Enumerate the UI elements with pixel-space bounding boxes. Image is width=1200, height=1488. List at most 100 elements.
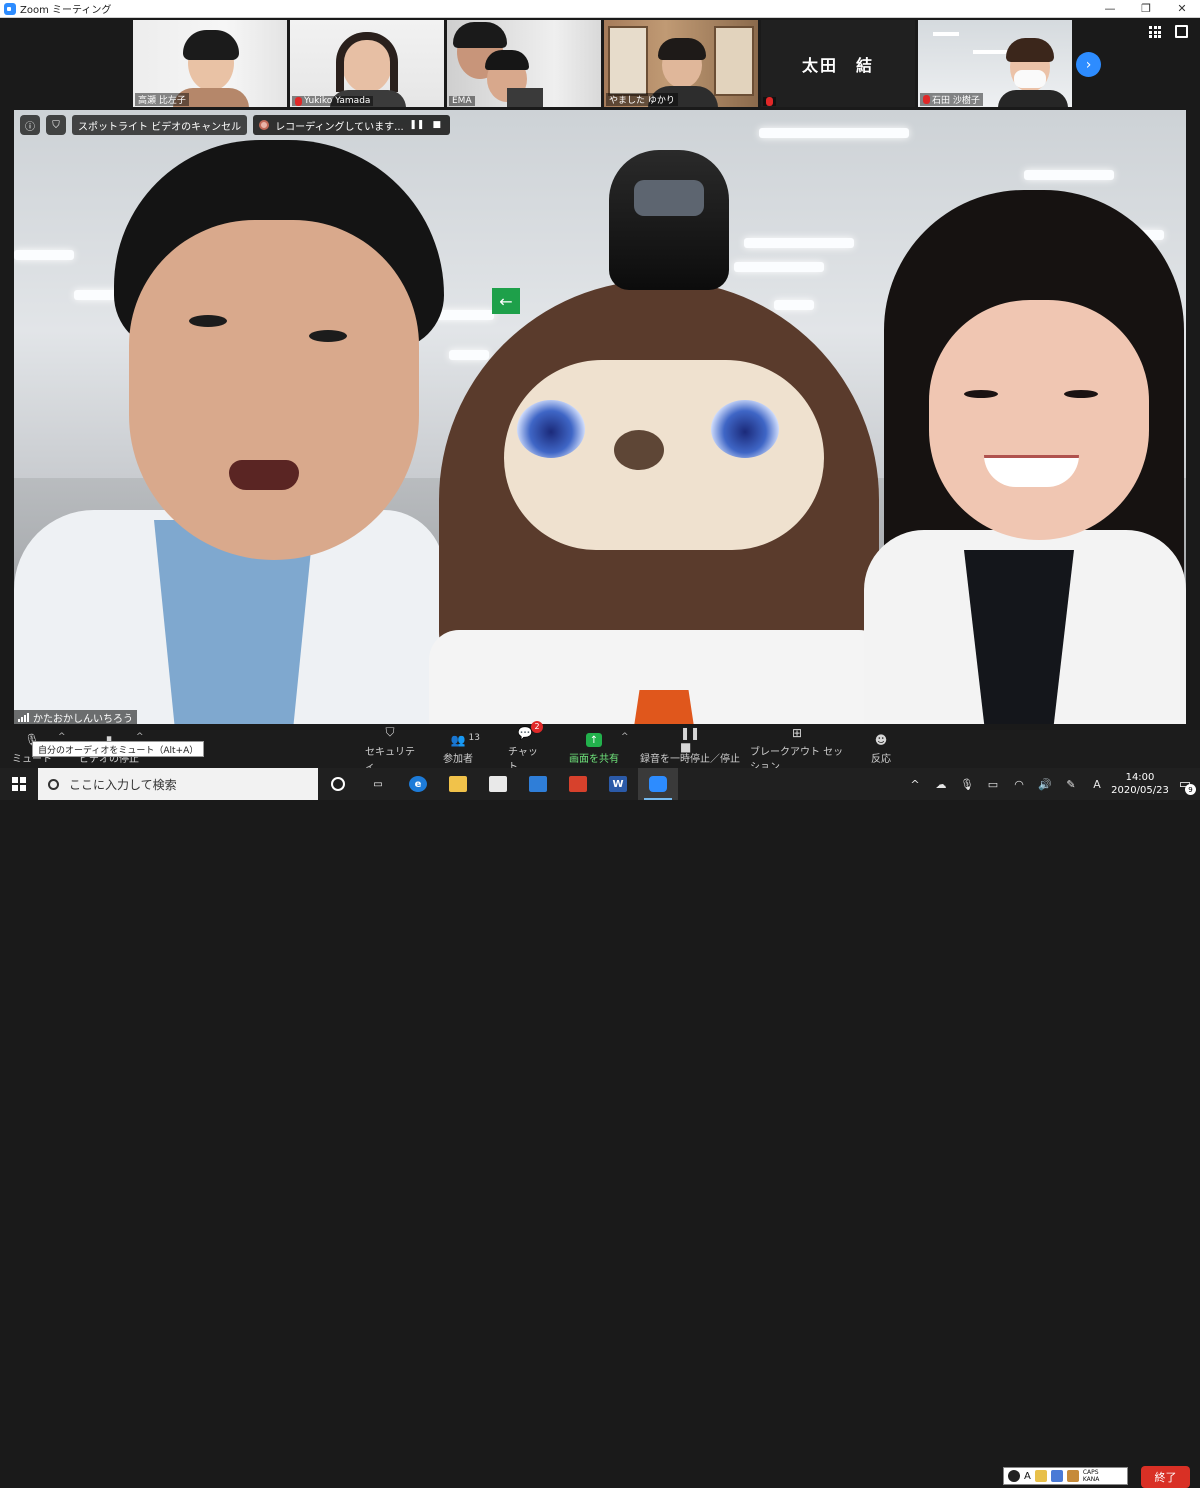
- recording-icon: [259, 120, 270, 130]
- shield-icon[interactable]: ⛉: [46, 115, 66, 135]
- ime-letter: A: [1024, 1470, 1031, 1482]
- cancel-spotlight-button[interactable]: スポットライト ビデオのキャンセル: [72, 115, 248, 135]
- robot-figure: [429, 150, 889, 724]
- minimize-button[interactable]: —: [1092, 0, 1128, 18]
- windows-taskbar: ここに入力して検索 ▭ e W ^ ☁ 🎙 ▭ ◠ 🔊 ✎ A 14:00 20…: [0, 768, 1200, 800]
- breakout-grid-icon: ⊞: [791, 725, 803, 740]
- search-icon: [48, 778, 59, 790]
- office-icon: [569, 776, 587, 792]
- zoom-app-icon: [4, 2, 16, 15]
- pen-icon[interactable]: ✎: [1058, 778, 1084, 791]
- battery-icon[interactable]: ▭: [980, 778, 1006, 791]
- participant-tile[interactable]: 石田 沙樹子: [918, 20, 1072, 107]
- participants-button[interactable]: 👥 13 参加者: [440, 730, 480, 768]
- tray-overflow-icon[interactable]: ^: [902, 778, 928, 791]
- participant-name: Yukiko Yamada: [292, 96, 374, 106]
- restore-button[interactable]: ❐: [1128, 0, 1164, 18]
- participant-name: 石田 沙樹子: [920, 93, 983, 106]
- edge-app[interactable]: e: [398, 768, 438, 800]
- word-icon: W: [609, 776, 627, 792]
- share-screen-icon: ↑: [586, 733, 602, 747]
- cortana-button[interactable]: [318, 768, 358, 800]
- participant-tile[interactable]: やました ゆかり: [604, 20, 758, 107]
- system-tray: ^ ☁ 🎙 ▭ ◠ 🔊 ✎ A 14:00 2020/05/23 ▭ 9: [902, 768, 1200, 800]
- chevron-right-icon: ›: [1085, 56, 1092, 73]
- next-page-button[interactable]: ›: [1076, 52, 1101, 77]
- signal-strength-icon: [18, 712, 29, 722]
- smiling-person: [864, 190, 1186, 724]
- zoom-icon: [649, 776, 667, 792]
- ime-toolbar[interactable]: A CAPS KANA: [1003, 1467, 1128, 1485]
- spotlight-bar: ⓘ ⛉ スポットライト ビデオのキャンセル レコーディングしています... ❚❚…: [20, 115, 450, 135]
- end-meeting-button[interactable]: 終了: [1141, 1466, 1190, 1488]
- file-explorer-app[interactable]: [438, 768, 478, 800]
- volume-icon[interactable]: 🔊: [1032, 778, 1058, 791]
- active-speaker-name: かたおかしんいちろう: [14, 710, 137, 725]
- reactions-button[interactable]: ☻ 反応: [866, 730, 896, 768]
- office-app[interactable]: [558, 768, 598, 800]
- ime-caps-kana: CAPS KANA: [1082, 1469, 1100, 1483]
- wifi-icon[interactable]: ◠: [1006, 778, 1032, 791]
- participant-name: やました ゆかり: [606, 93, 678, 106]
- tray-microphone-icon[interactable]: 🎙: [954, 778, 980, 791]
- chat-button[interactable]: 💬 2 チャット: [508, 720, 543, 773]
- cortana-icon: [331, 777, 345, 791]
- participant-tile[interactable]: Yukiko Yamada: [290, 20, 444, 107]
- mail-icon: [529, 776, 547, 792]
- record-pause-stop-button[interactable]: ❚❚ ■ 録音を一時停止／停止: [638, 726, 742, 768]
- participant-tile[interactable]: EMA: [447, 20, 601, 107]
- store-icon: [489, 776, 507, 792]
- store-app[interactable]: [478, 768, 518, 800]
- pause-stop-icon: ❚❚ ■: [679, 726, 701, 754]
- smiley-plus-icon: ☻: [874, 733, 888, 747]
- shield-icon: ⛉: [385, 725, 395, 739]
- participant-mute-indicator: [763, 97, 776, 106]
- window-controls: — ❐ ✕: [1092, 0, 1200, 18]
- close-button[interactable]: ✕: [1164, 0, 1200, 18]
- info-icon[interactable]: ⓘ: [20, 115, 40, 135]
- share-screen-button[interactable]: ↑ 画面を共有: [568, 730, 620, 768]
- stop-recording-icon[interactable]: ■: [430, 118, 444, 132]
- mic-muted-icon: [295, 96, 302, 106]
- zoom-app[interactable]: [638, 768, 678, 800]
- pause-recording-icon[interactable]: ❚❚: [409, 118, 424, 132]
- speaker-person: [14, 140, 444, 724]
- gallery-view-icon[interactable]: [1149, 26, 1161, 38]
- fullscreen-icon[interactable]: [1175, 25, 1188, 38]
- chat-badge: 2: [531, 720, 543, 733]
- windows-logo-icon: [12, 777, 26, 791]
- edge-icon: e: [409, 776, 427, 792]
- breakout-rooms-button[interactable]: ⊞ ブレークアウト セッション: [750, 726, 844, 773]
- task-view-button[interactable]: ▭: [358, 768, 398, 800]
- chat-icon: 💬 2: [517, 720, 543, 740]
- notification-badge: 9: [1185, 784, 1196, 795]
- participant-tile[interactable]: 太田 結: [761, 20, 915, 107]
- participants-count: 13: [468, 733, 480, 743]
- participant-strip: 高瀬 比左子 Yukiko Yamada EMA やました ゆかり 太田 結 石…: [133, 20, 1072, 107]
- participant-name: 高瀬 比左子: [135, 93, 189, 106]
- participant-tile[interactable]: 高瀬 比左子: [133, 20, 287, 107]
- taskbar-clock[interactable]: 14:00 2020/05/23: [1110, 771, 1170, 797]
- ime-indicator[interactable]: A: [1084, 778, 1110, 791]
- spotlight-video: ←: [14, 110, 1186, 724]
- notification-center-button[interactable]: ▭ 9: [1170, 768, 1200, 800]
- mail-app[interactable]: [518, 768, 558, 800]
- ime-tool-icon: [1050, 1470, 1063, 1482]
- word-app[interactable]: W: [598, 768, 638, 800]
- share-options-caret[interactable]: ^: [621, 732, 629, 742]
- meeting-stage: 高瀬 比左子 Yukiko Yamada EMA やました ゆかり 太田 結 石…: [0, 18, 1200, 730]
- window-titlebar: Zoom ミーティング — ❐ ✕: [0, 0, 1200, 18]
- ime-dictionary-icon: [1034, 1470, 1047, 1482]
- recording-indicator: レコーディングしています... ❚❚ ■: [253, 115, 450, 135]
- security-button[interactable]: ⛉ セキュリティ: [365, 725, 415, 773]
- mic-muted-icon: [923, 95, 930, 104]
- ime-mode-icon: [1008, 1470, 1020, 1482]
- start-button[interactable]: [0, 768, 38, 800]
- mic-muted-icon: [766, 97, 773, 106]
- participant-name: EMA: [449, 96, 475, 106]
- taskbar-search-box[interactable]: ここに入力して検索: [38, 768, 318, 800]
- onedrive-icon[interactable]: ☁: [928, 778, 954, 791]
- participant-display-name: 太田 結: [801, 55, 874, 75]
- mute-tooltip: 自分のオーディオをミュート（Alt+A）: [32, 741, 205, 757]
- folder-icon: [449, 776, 467, 792]
